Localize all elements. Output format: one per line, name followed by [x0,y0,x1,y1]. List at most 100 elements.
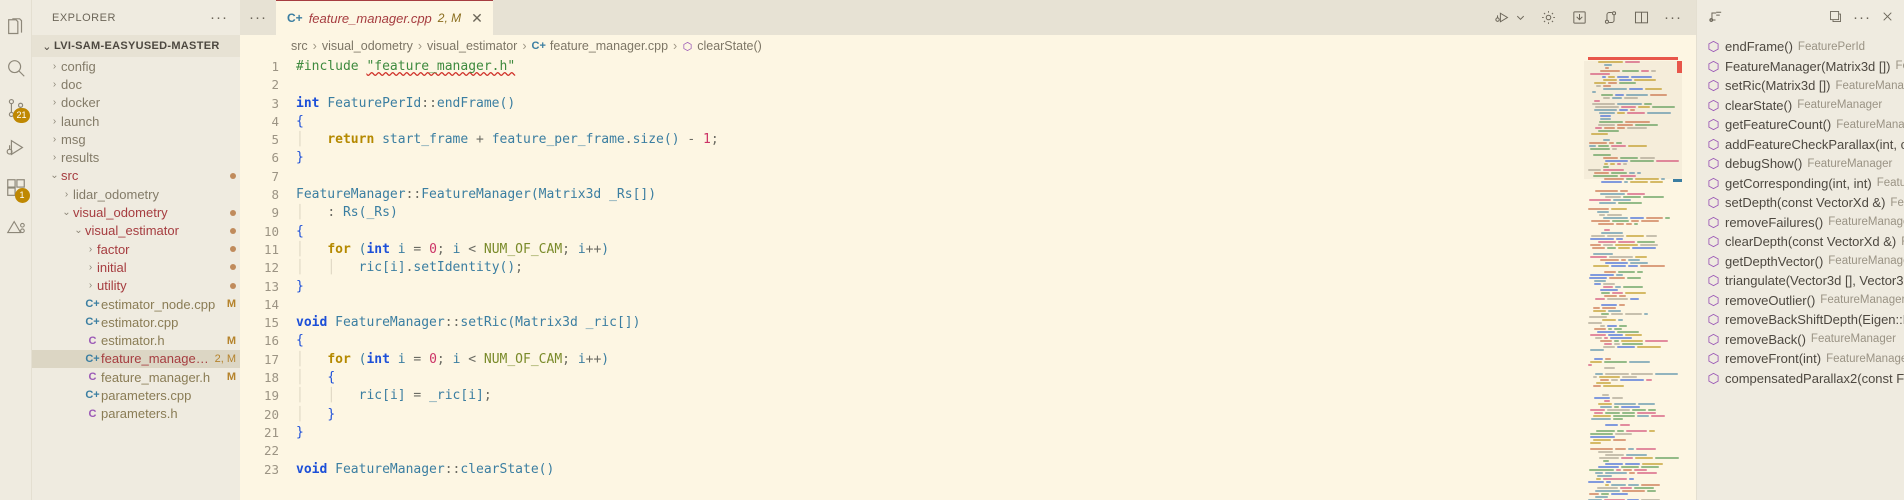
chevron-right-icon[interactable]: › [48,116,61,127]
breadcrumb-item-3[interactable]: C+ feature_manager.cpp [532,39,669,53]
code-line[interactable] [296,168,1696,186]
code-content[interactable]: #include "feature_manager.h" int Feature… [288,57,1696,500]
outline-item-11[interactable]: getDepthVector() FeatureManager [1697,252,1904,272]
breadcrumb-item-2[interactable]: visual_estimator [427,39,517,53]
tree-item-parameters-cpp[interactable]: C+ parameters.cpp [32,386,240,404]
code-line[interactable]: │ : Rs(_Rs) [296,204,1696,222]
chevron-down-icon[interactable]: ⌄ [40,40,54,53]
outline-item-6[interactable]: debugShow() FeatureManager [1697,154,1904,174]
code-line[interactable]: void FeatureManager::setRic(Matrix3d _ri… [296,314,1696,332]
outline-item-8[interactable]: setDepth(const VectorXd &) Feat... [1697,193,1904,213]
code-editor[interactable]: 1 2 3 4 5 6 7 8 9 10 11 12 13 14 15 16 17 18 19 20 21 22 23 #i… [240,57,1696,500]
tree-item-estimator-cpp[interactable]: C+ estimator.cpp [32,313,240,331]
chevron-right-icon[interactable]: › [48,61,61,72]
close-icon[interactable]: ✕ [467,10,483,27]
code-line[interactable] [296,76,1696,94]
code-line[interactable]: { [296,332,1696,350]
run-or-debug-icon[interactable] [1494,9,1511,26]
tree-item-config[interactable]: › config [32,57,240,75]
outline-item-13[interactable]: removeOutlier() FeatureManager [1697,291,1904,311]
code-line[interactable]: │ return start_frame + feature_per_frame… [296,131,1696,149]
outline-item-10[interactable]: clearDepth(const VectorXd &)Fe... [1697,232,1904,252]
outline-item-16[interactable]: removeFront(int) FeatureManager [1697,349,1904,369]
chevron-right-icon[interactable]: › [48,79,61,90]
outline-item-7[interactable]: getCorresponding(int, int) Featur... [1697,174,1904,194]
chevron-right-icon[interactable]: › [48,97,61,108]
code-line[interactable]: { [296,223,1696,241]
breadcrumb-item-0[interactable]: src [291,39,308,53]
chevron-right-icon[interactable]: › [48,134,61,145]
code-line[interactable]: │ { [296,369,1696,387]
code-line[interactable]: │ for (int i = 0; i < NUM_OF_CAM; i++) [296,351,1696,369]
tree-item-launch[interactable]: › launch [32,112,240,130]
outline-item-0[interactable]: endFrame() FeaturePerId [1697,37,1904,57]
tree-item-initial[interactable]: › initial [32,258,240,276]
outline-list[interactable]: endFrame() FeaturePerId FeatureManager(Mat… [1697,35,1904,500]
code-line[interactable] [296,296,1696,314]
breadcrumb-item-1[interactable]: visual_odometry [322,39,413,53]
outline-item-4[interactable]: getFeatureCount() FeatureManager [1697,115,1904,135]
chevron-right-icon[interactable]: › [60,189,73,200]
chevron-down-icon[interactable]: ⌄ [48,170,61,181]
more-actions-icon[interactable]: ··· [1853,9,1871,26]
outline-item-15[interactable]: removeBack() FeatureManager [1697,330,1904,350]
tree-item-docker[interactable]: › docker [32,94,240,112]
tree-item-parameters-h[interactable]: Cparameters.h [32,405,240,423]
collapse-all-icon[interactable] [1828,9,1843,27]
explorer-root-folder[interactable]: ⌄ LVI-SAM-EASYUSED-MASTER [32,35,240,57]
code-line[interactable]: } [296,149,1696,167]
outline-item-12[interactable]: triangulate(Vector3d [], Vector3... [1697,271,1904,291]
tree-item-results[interactable]: › results [32,148,240,166]
explorer-icon[interactable] [0,8,32,48]
code-line[interactable]: #include "feature_manager.h" [296,58,1696,76]
chevron-right-icon[interactable]: › [48,152,61,163]
breadcrumb-item-4[interactable]: clearState() [682,39,762,53]
minimap[interactable] [1584,57,1682,500]
code-line[interactable]: │ │ ric[i] = _ric[i]; [296,387,1696,405]
tree-item-visual_estimator[interactable]: ⌄ visual_estimator [32,222,240,240]
outline-item-5[interactable]: addFeatureCheckParallax(int, co... [1697,135,1904,155]
outline-item-17[interactable]: compensatedParallax2(const Fea... [1697,369,1904,389]
more-actions-icon[interactable]: ··· [1664,9,1682,26]
file-tree[interactable]: › config › doc › docker › launch › msg › results ⌄ sr… [32,57,240,500]
chevron-right-icon[interactable]: › [84,262,97,273]
tree-item-lidar_odometry[interactable]: › lidar_odometry [32,185,240,203]
chevron-right-icon[interactable]: › [84,244,97,255]
breadcrumb[interactable]: src › visual_odometry › visual_estimator › C+ f… [240,35,1696,57]
editor-vertical-scrollbar[interactable] [1682,57,1696,500]
extensions-icon[interactable]: 1 [0,168,32,208]
outline-item-3[interactable]: clearState() FeatureManager [1697,96,1904,116]
search-icon[interactable] [0,48,32,88]
chevron-right-icon[interactable]: › [84,280,97,291]
tree-item-visual_odometry[interactable]: ⌄ visual_odometry [32,203,240,221]
code-line[interactable]: FeatureManager::FeatureManager(Matrix3d … [296,186,1696,204]
source-control-icon[interactable]: 21 [0,88,32,128]
tree-item-feature_manager-cpp[interactable]: C+feature_manager.cpp2, M [32,349,240,369]
save-all-icon[interactable] [1571,9,1588,26]
tree-item-feature_manager-h[interactable]: Cfeature_manager.h M [32,368,240,386]
outline-item-1[interactable]: FeatureManager(Matrix3d []) Fe... [1697,57,1904,77]
split-editor-icon[interactable] [1633,9,1650,26]
code-line[interactable] [296,442,1696,460]
code-line[interactable]: { [296,113,1696,131]
sidebar-more-actions-icon[interactable]: ··· [210,9,234,26]
code-line[interactable]: │ for (int i = 0; i < NUM_OF_CAM; i++) [296,241,1696,259]
code-line[interactable]: │ } [296,406,1696,424]
tree-item-msg[interactable]: › msg [32,130,240,148]
code-line[interactable]: │ │ ric[i].setIdentity(); [296,259,1696,277]
tree-item-estimator-h[interactable]: Cestimator.h M [32,331,240,349]
chevron-down-icon[interactable]: ⌄ [72,225,85,236]
code-line[interactable]: } [296,424,1696,442]
code-line[interactable]: int FeaturePerId::endFrame() [296,95,1696,113]
tree-item-estimator_node-cpp[interactable]: C+ estimator_node.cpp M [32,295,240,313]
chevron-down-icon[interactable]: ⌄ [60,207,73,218]
tree-item-src[interactable]: ⌄ src [32,167,240,185]
tab-bar-more-icon[interactable]: ··· [240,0,276,35]
outline-item-9[interactable]: removeFailures() FeatureManager [1697,213,1904,233]
tree-item-doc[interactable]: › doc [32,75,240,93]
outline-item-14[interactable]: removeBackShiftDepth(Eigen::M... [1697,310,1904,330]
ros-icon[interactable] [0,208,32,248]
chevron-down-icon[interactable] [1515,12,1526,23]
editor-tab-feature-manager-cpp[interactable]: C+ feature_manager.cpp 2, M ✕ [276,0,493,35]
tree-item-factor[interactable]: › factor [32,240,240,258]
